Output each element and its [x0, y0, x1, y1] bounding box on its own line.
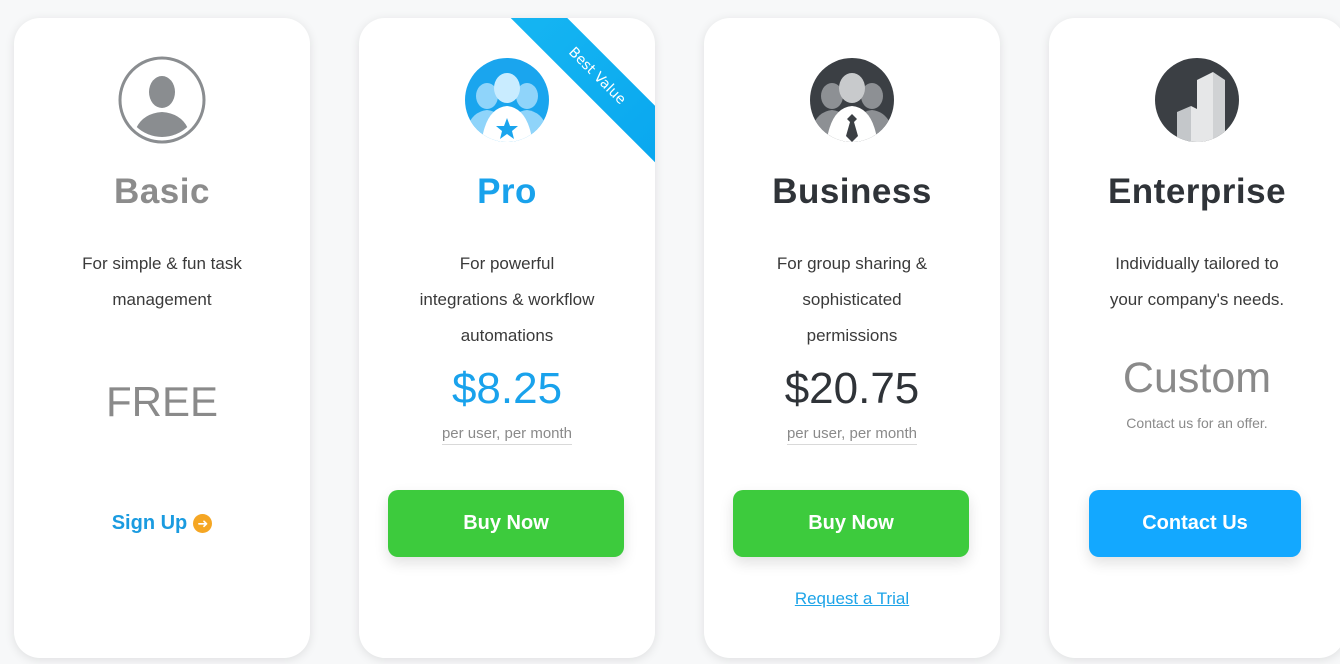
plan-description-line: sophisticated	[802, 290, 902, 309]
pricing-section: Basic For simple & fun task management F…	[0, 0, 1340, 664]
plan-description-line: automations	[460, 326, 554, 345]
plan-description-line: management	[112, 290, 212, 309]
price-subtext: per user, per month	[704, 425, 1000, 445]
plan-description-line: permissions	[806, 326, 898, 345]
sign-up-label: Sign Up	[111, 512, 188, 534]
plan-card-pro: Best Value Pro For powerful integrations…	[359, 18, 655, 658]
plan-description-line: For powerful	[459, 254, 555, 273]
team-star-icon	[465, 58, 549, 142]
sign-up-link[interactable]: Sign Up ➜	[14, 512, 310, 535]
plan-card-enterprise: Enterprise Individually tailored to your…	[1049, 18, 1340, 658]
price-subtext: per user, per month	[359, 425, 655, 445]
buy-now-button[interactable]: Buy Now	[733, 490, 969, 557]
plan-description: For powerful integrations & workflow aut…	[389, 246, 625, 354]
plan-description-line: your company's needs.	[1109, 290, 1285, 309]
plan-description-line: Individually tailored to	[1115, 254, 1279, 273]
price-subtext: Contact us for an offer.	[1126, 415, 1268, 431]
plan-card-basic: Basic For simple & fun task management F…	[14, 18, 310, 658]
building-icon	[1155, 58, 1239, 142]
buy-now-button[interactable]: Buy Now	[388, 490, 624, 557]
plan-description: For group sharing & sophisticated permis…	[734, 246, 970, 354]
contact-us-button[interactable]: Contact Us	[1089, 490, 1301, 557]
plan-name: Business	[772, 172, 932, 211]
plan-price: $8.25	[451, 364, 563, 413]
plan-price: $20.75	[784, 364, 920, 413]
plan-price: Custom	[1122, 354, 1272, 402]
team-tie-icon	[810, 58, 894, 142]
plan-description: Individually tailored to your company's …	[1079, 246, 1315, 318]
request-trial-link[interactable]: Request a Trial	[704, 589, 1000, 609]
plan-card-business: Business For group sharing & sophisticat…	[704, 18, 1000, 658]
plan-name: Enterprise	[1107, 172, 1287, 211]
plan-name: Pro	[477, 172, 537, 211]
price-subtext-label: per user, per month	[786, 425, 918, 445]
price-subtext-label: per user, per month	[441, 425, 573, 445]
single-person-icon	[118, 56, 206, 144]
plan-description-line: For simple & fun task	[82, 254, 242, 273]
arrow-right-circle-icon: ➜	[193, 514, 213, 533]
plan-description-line: For group sharing &	[776, 254, 928, 273]
plan-price: FREE	[105, 378, 218, 425]
plan-description-line: integrations & workflow	[419, 290, 595, 309]
plan-description: For simple & fun task management	[44, 246, 280, 318]
plan-name: Basic	[114, 172, 210, 211]
